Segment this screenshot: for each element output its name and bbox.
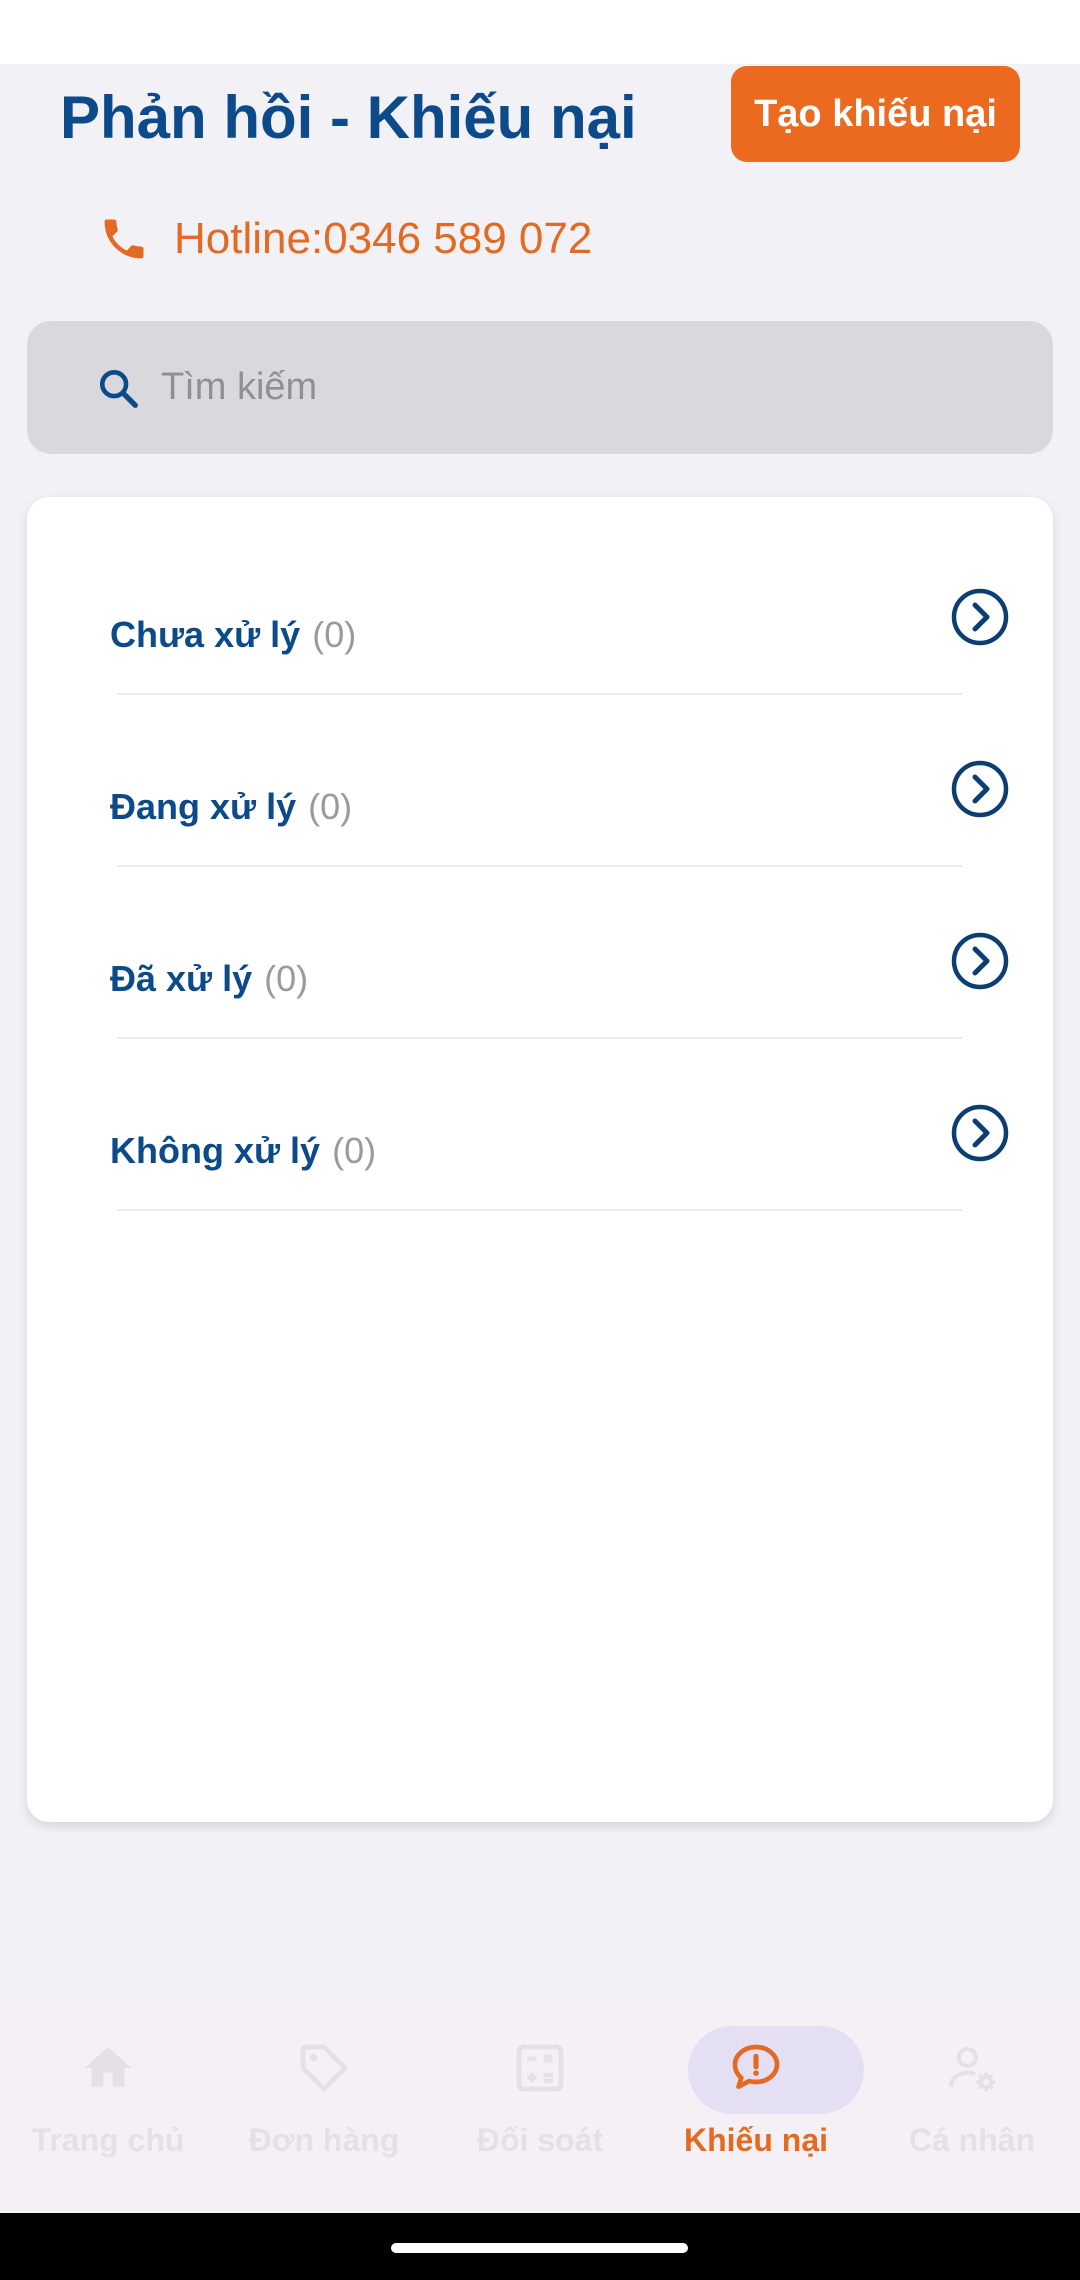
search-input[interactable]	[159, 356, 1053, 419]
search-icon	[95, 365, 141, 411]
status-list-card: Chưa xử lý (0) Đang xử lý (0) Đã xử lý (…	[27, 497, 1053, 1822]
status-item-processed[interactable]: Đã xử lý (0)	[110, 893, 1010, 1065]
phone-icon	[98, 213, 150, 265]
divider	[117, 693, 962, 695]
user-settings-icon	[944, 2040, 1000, 2096]
divider	[117, 1037, 962, 1039]
nav-label: Đơn hàng	[248, 2122, 400, 2158]
complaint-chat-icon	[728, 2040, 784, 2096]
page-title: Phản hồi - Khiếu nại	[60, 84, 637, 151]
status-label: Đã xử lý	[110, 958, 253, 999]
status-label: Chưa xử lý	[110, 614, 301, 655]
divider	[117, 1209, 962, 1211]
chevron-right-circle-icon[interactable]	[950, 759, 1010, 819]
nav-item-orders[interactable]: Đơn hàng	[216, 1996, 432, 2213]
calculator-icon	[512, 2040, 568, 2096]
home-icon	[80, 2040, 136, 2096]
status-item-not-processed[interactable]: Không xử lý (0)	[110, 1065, 1010, 1237]
nav-label: Đối soát	[476, 2122, 604, 2158]
create-complaint-button[interactable]: Tạo khiếu nại	[731, 66, 1020, 162]
divider	[117, 865, 962, 867]
search-box[interactable]	[27, 321, 1053, 454]
nav-item-reconciliation[interactable]: Đối soát	[432, 1996, 648, 2213]
nav-label: Cá nhân	[908, 2122, 1036, 2158]
status-label: Đang xử lý	[110, 786, 297, 827]
status-bar	[0, 0, 1080, 64]
status-label: Không xử lý	[110, 1130, 321, 1171]
status-item-processing[interactable]: Đang xử lý (0)	[110, 721, 1010, 893]
status-count: (0)	[264, 958, 309, 999]
nav-label: Trang chủ	[31, 2122, 185, 2158]
nav-label: Khiếu nại	[683, 2122, 828, 2158]
tag-icon	[296, 2040, 352, 2096]
nav-item-home[interactable]: Trang chủ	[0, 1996, 216, 2213]
hotline-text: Hotline:0346 589 072	[174, 214, 593, 263]
hotline[interactable]: Hotline:0346 589 072	[98, 204, 592, 274]
status-count: (0)	[312, 614, 357, 655]
system-navigation-bar	[0, 2213, 1080, 2280]
nav-item-profile[interactable]: Cá nhân	[864, 1996, 1080, 2213]
status-count: (0)	[332, 1130, 377, 1171]
nav-item-complaints[interactable]: Khiếu nại	[648, 1996, 864, 2213]
chevron-right-circle-icon[interactable]	[950, 587, 1010, 647]
status-count: (0)	[308, 786, 353, 827]
chevron-right-circle-icon[interactable]	[950, 931, 1010, 991]
home-gesture-handle[interactable]	[391, 2243, 688, 2253]
bottom-navigation: Trang chủ Đơn hàng Đối soát Khiếu nại Cá…	[0, 1996, 1080, 2213]
status-item-unprocessed[interactable]: Chưa xử lý (0)	[110, 549, 1010, 721]
chevron-right-circle-icon[interactable]	[950, 1103, 1010, 1163]
